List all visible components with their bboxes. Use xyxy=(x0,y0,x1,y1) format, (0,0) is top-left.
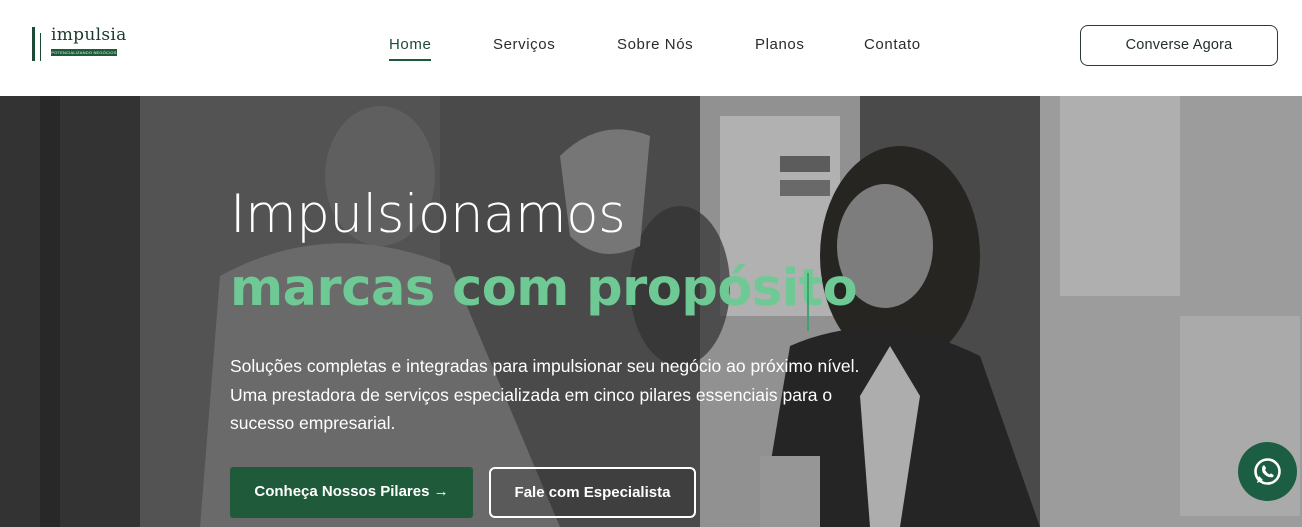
nav-item-planos[interactable]: Planos xyxy=(755,36,804,53)
brand-logo[interactable]: impulsia POTENCIALIZANDO NEGÓCIOS xyxy=(30,25,130,61)
hero-title-line1: Impulsionamos xyxy=(230,184,626,245)
conheca-pilares-button[interactable]: Conheça Nossos Pilares → xyxy=(230,467,473,518)
logo-mark-line xyxy=(40,33,41,61)
nav-item-servicos[interactable]: Serviços xyxy=(493,36,555,53)
nav-item-label: Serviços xyxy=(493,36,556,53)
hero-section: Impulsionamos marcas com propósito Soluç… xyxy=(0,96,1302,527)
site-header: impulsia POTENCIALIZANDO NEGÓCIOS Home S… xyxy=(0,0,1302,96)
brand-tagline: POTENCIALIZANDO NEGÓCIOS xyxy=(51,49,117,56)
whatsapp-button[interactable] xyxy=(1238,442,1297,501)
nav-item-label: Sobre Nós xyxy=(617,36,694,53)
whatsapp-icon xyxy=(1254,458,1281,485)
nav-item-label: Planos xyxy=(755,36,805,53)
brand-name: impulsia xyxy=(51,25,127,45)
logo-mark xyxy=(32,27,35,61)
converse-agora-button[interactable]: Converse Agora xyxy=(1080,25,1278,66)
typing-caret xyxy=(807,273,809,331)
nav-item-sobre-nos[interactable]: Sobre Nós xyxy=(617,36,693,53)
nav-item-contato[interactable]: Contato xyxy=(864,36,921,53)
nav-item-home[interactable]: Home xyxy=(389,36,432,61)
fale-especialista-button[interactable]: Fale com Especialista xyxy=(489,467,696,518)
hero-title-line2: marcas com propósito xyxy=(230,259,858,318)
nav-item-label: Contato xyxy=(864,36,921,53)
active-nav-underline xyxy=(389,59,432,61)
hero-description: Soluções completas e integradas para imp… xyxy=(230,356,860,433)
nav-item-label: Home xyxy=(389,36,432,53)
